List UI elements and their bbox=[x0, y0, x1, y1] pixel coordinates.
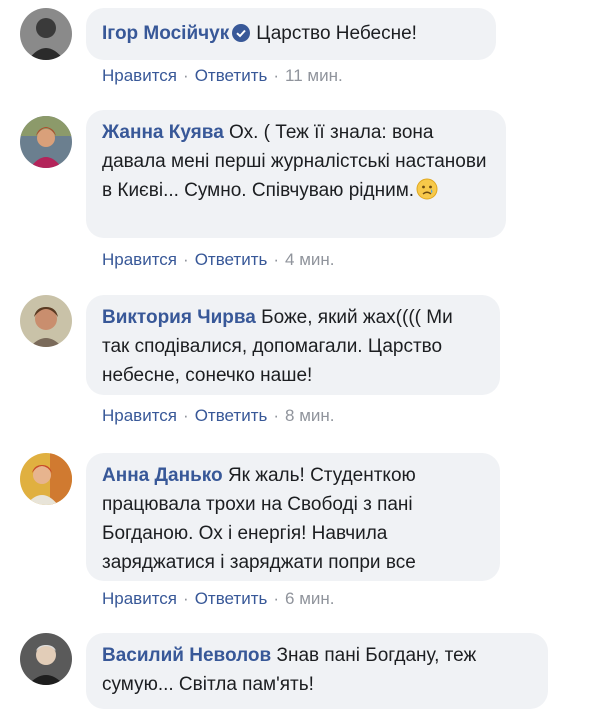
like-link[interactable]: Нравится bbox=[102, 66, 177, 85]
comment-bubble: Виктория Чирва Боже, який жах(((( Ми так… bbox=[86, 295, 500, 395]
author-name[interactable]: Виктория Чирва bbox=[102, 307, 256, 328]
avatar[interactable] bbox=[20, 116, 72, 168]
timestamp[interactable]: 11 мин. bbox=[285, 66, 343, 85]
comment-actions: Нравится · Ответить · 8 мин. bbox=[102, 406, 335, 426]
separator: · bbox=[183, 250, 189, 269]
author-name[interactable]: Анна Данько bbox=[102, 465, 223, 486]
separator: · bbox=[273, 250, 280, 269]
verified-badge-icon bbox=[232, 22, 251, 42]
avatar[interactable] bbox=[20, 295, 72, 347]
comment-bubble: Жанна Куява Ох. ( Теж її знала: вона дав… bbox=[86, 110, 506, 238]
like-link[interactable]: Нравится bbox=[102, 406, 177, 425]
separator: · bbox=[273, 589, 280, 608]
author-name[interactable]: Ігор Мосійчук bbox=[102, 23, 229, 44]
like-link[interactable]: Нравится bbox=[102, 250, 177, 269]
separator: · bbox=[183, 406, 189, 425]
separator: · bbox=[273, 66, 280, 85]
timestamp[interactable]: 6 мин. bbox=[285, 589, 334, 608]
sad-face-icon bbox=[416, 178, 438, 200]
comment-actions: Нравится · Ответить · 4 мин. bbox=[102, 250, 335, 270]
separator: · bbox=[273, 406, 280, 425]
avatar[interactable] bbox=[20, 453, 72, 505]
comment-text: Царство Небесне! bbox=[256, 23, 417, 44]
avatar[interactable] bbox=[20, 633, 72, 685]
avatar[interactable] bbox=[20, 8, 72, 60]
author-name[interactable]: Жанна Куява bbox=[102, 122, 224, 143]
comment-bubble: Ігор Мосійчук Царство Небесне! bbox=[86, 8, 496, 60]
timestamp[interactable]: 8 мин. bbox=[285, 406, 334, 425]
comment-bubble: Василий Неволов Знав пані Богдану, теж с… bbox=[86, 633, 548, 709]
author-name[interactable]: Василий Неволов bbox=[102, 645, 271, 666]
reply-link[interactable]: Ответить bbox=[195, 589, 268, 608]
reply-link[interactable]: Ответить bbox=[195, 250, 268, 269]
separator: · bbox=[183, 589, 189, 608]
reply-link[interactable]: Ответить bbox=[195, 406, 268, 425]
separator: · bbox=[183, 66, 189, 85]
timestamp[interactable]: 4 мин. bbox=[285, 250, 334, 269]
comment-bubble: Анна Данько Як жаль! Студенткою працювал… bbox=[86, 453, 500, 581]
comment-actions: Нравится · Ответить · 11 мин. bbox=[102, 66, 343, 86]
reply-link[interactable]: Ответить bbox=[195, 66, 268, 85]
like-link[interactable]: Нравится bbox=[102, 589, 177, 608]
comment-actions: Нравится · Ответить · 6 мин. bbox=[102, 589, 335, 609]
